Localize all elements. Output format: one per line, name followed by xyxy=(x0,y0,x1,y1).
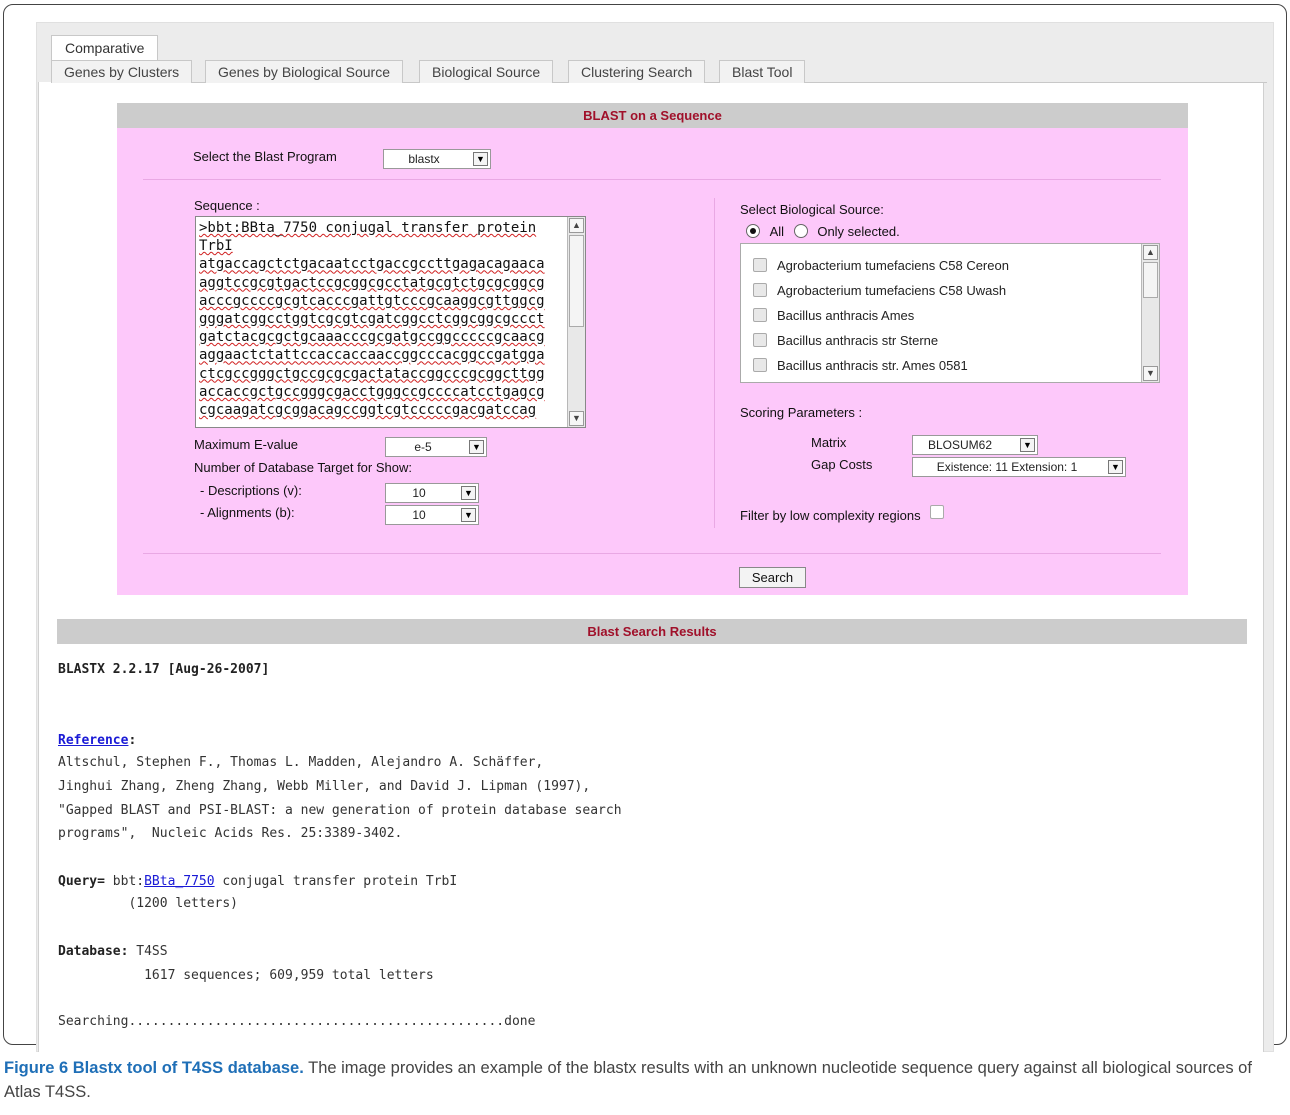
chevron-down-icon: ▼ xyxy=(469,440,484,454)
radio-all-label: All xyxy=(769,224,785,239)
descriptions-select-value: 10 xyxy=(412,486,426,500)
targets-label: Number of Database Target for Show: xyxy=(194,460,412,475)
matrix-select-value: BLOSUM62 xyxy=(927,438,993,452)
tab-blast-tool[interactable]: Blast Tool xyxy=(719,60,806,83)
sequence-line: gatctacgcgctgcaaacccgcgatgccggcccccgcaac… xyxy=(199,329,545,346)
sequence-line: aggaactctattccaccaccaaccggcccacggccgatgg… xyxy=(199,347,545,364)
program-select-value: blastx xyxy=(408,152,440,166)
scroll-up-icon[interactable]: ▲ xyxy=(569,218,584,233)
source-label: Select Biological Source: xyxy=(740,202,884,217)
scroll-down-icon[interactable]: ▼ xyxy=(1143,366,1158,381)
alignments-select-value: 10 xyxy=(412,508,426,522)
sequence-line: atgaccagctctgacaatcctgaccgccttgagacagaac… xyxy=(199,256,545,273)
radio-only-selected[interactable] xyxy=(793,224,808,238)
sequence-scrollbar[interactable]: ▲ ▼ xyxy=(567,217,585,427)
reference-line: Altschul, Stephen F., Thomas L. Madden, … xyxy=(58,755,544,770)
list-item[interactable]: Bacillus anthracis str Sterne xyxy=(753,333,938,348)
sequence-line: accaccgctgccgggcgacctgggccgccccatcctgagc… xyxy=(199,383,545,400)
list-item[interactable]: Agrobacterium tumefaciens C58 Uwash xyxy=(753,283,1006,298)
filter-checkbox[interactable] xyxy=(930,505,945,519)
sequence-text: >bbt:BBta_7750 conjugal transfer protein… xyxy=(199,219,567,425)
query-link[interactable]: BBta_7750 xyxy=(144,874,214,889)
scrollbar-thumb[interactable] xyxy=(1143,262,1158,298)
descriptions-label: - Descriptions (v): xyxy=(200,483,302,498)
program-label: Select the Blast Program xyxy=(193,149,337,164)
descriptions-select[interactable]: 10 ▼ xyxy=(385,483,479,503)
column-divider xyxy=(714,198,715,528)
query-line: Query= bbt:BBta_7750 conjugal transfer p… xyxy=(58,874,458,889)
gap-costs-select[interactable]: Existence: 11 Extension: 1 ▼ xyxy=(912,457,1126,477)
scroll-down-icon[interactable]: ▼ xyxy=(569,411,584,426)
matrix-select[interactable]: BLOSUM62 ▼ xyxy=(912,435,1038,455)
chevron-down-icon: ▼ xyxy=(1108,460,1123,474)
checkbox[interactable] xyxy=(753,258,767,272)
query-letters: (1200 letters) xyxy=(58,896,239,911)
scoring-label: Scoring Parameters : xyxy=(740,405,863,420)
checkbox[interactable] xyxy=(753,308,767,322)
gap-costs-select-value: Existence: 11 Extension: 1 xyxy=(936,460,1078,474)
divider xyxy=(143,553,1161,554)
sequence-label: Sequence : xyxy=(194,198,260,213)
reference-line: "Gapped BLAST and PSI-BLAST: a new gener… xyxy=(58,803,622,818)
tab-genes-by-clusters[interactable]: Genes by Clusters xyxy=(51,60,193,83)
reference-line: programs", Nucleic Acids Res. 25:3389-34… xyxy=(58,826,403,841)
chevron-down-icon: ▼ xyxy=(461,508,476,522)
program-select[interactable]: blastx ▼ xyxy=(383,149,491,169)
filter-row: Filter by low complexity regions xyxy=(740,505,954,523)
list-item[interactable]: Agrobacterium tumefaciens C58 Cereon xyxy=(753,258,1009,273)
sequence-line: cgcaagatcgcggacagccggtcgtcccccgacgatccag xyxy=(199,402,537,419)
filter-label: Filter by low complexity regions xyxy=(740,508,921,523)
alignments-select[interactable]: 10 ▼ xyxy=(385,505,479,525)
tab-biological-source[interactable]: Biological Source xyxy=(419,60,554,83)
sequence-line: aggtccgcgtgactccgcggcgcctatgcgtctgcgcggc… xyxy=(199,274,545,291)
scroll-up-icon[interactable]: ▲ xyxy=(1143,245,1158,260)
chevron-down-icon: ▼ xyxy=(461,486,476,500)
search-button[interactable]: Search xyxy=(739,567,806,588)
blast-form-title: BLAST on a Sequence xyxy=(117,103,1188,128)
database-stats: 1617 sequences; 609,959 total letters xyxy=(58,968,434,983)
reference-heading: Reference: xyxy=(58,733,137,748)
tab-clustering-search[interactable]: Clustering Search xyxy=(568,60,706,83)
sequence-textarea[interactable]: >bbt:BBta_7750 conjugal transfer protein… xyxy=(195,216,586,428)
figure-caption: Figure 6 Blastx tool of T4SS database. T… xyxy=(4,1056,1284,1104)
sequence-header-line: >bbt:BBta_7750 conjugal transfer protein xyxy=(199,220,537,236)
sequence-header-line: TrbI xyxy=(199,238,233,255)
sequence-line: acccgccccgcgtcacccgattgtcccgcaaggcgttggc… xyxy=(199,292,545,309)
checkbox[interactable] xyxy=(753,333,767,347)
tab-comparative[interactable]: Comparative xyxy=(51,35,159,62)
radio-all[interactable] xyxy=(746,224,760,238)
checkbox[interactable] xyxy=(753,283,767,297)
evalue-select-value: e-5 xyxy=(414,440,432,454)
radio-only-selected-label: Only selected. xyxy=(817,224,900,239)
list-item[interactable]: Bacillus anthracis str. Ames 0581 xyxy=(753,358,968,373)
searching-status: Searching...............................… xyxy=(58,1014,536,1029)
source-radio-group: All Only selected. xyxy=(746,224,900,239)
alignments-label: - Alignments (b): xyxy=(200,505,295,520)
reference-line: Jinghui Zhang, Zheng Zhang, Webb Miller,… xyxy=(58,779,591,794)
source-list-scrollbar[interactable]: ▲ ▼ xyxy=(1141,244,1159,382)
blast-version: BLASTX 2.2.17 [Aug-26-2007] xyxy=(58,662,270,677)
gap-costs-label: Gap Costs xyxy=(811,457,873,472)
sub-tab-bar: Genes by Clusters Genes by Biological So… xyxy=(51,60,1267,83)
sequence-line: ctcgccgggctgccgcgcgactataccggcccgcggcttg… xyxy=(199,365,545,382)
divider xyxy=(143,179,1161,180)
list-item[interactable]: Bacillus anthracis Ames xyxy=(753,308,914,323)
sequence-line: gggatcggcctggtcgcgtcgatcggcctcggcggcgccc… xyxy=(199,311,545,328)
chevron-down-icon: ▼ xyxy=(473,152,488,166)
checkbox[interactable] xyxy=(753,358,767,372)
evalue-label: Maximum E-value xyxy=(194,437,299,452)
database-line: Database: T4SS xyxy=(58,944,168,959)
scrollbar-thumb[interactable] xyxy=(569,235,584,327)
evalue-select[interactable]: e-5 ▼ xyxy=(385,437,487,457)
chevron-down-icon: ▼ xyxy=(1020,438,1035,452)
tab-genes-by-biological-source[interactable]: Genes by Biological Source xyxy=(205,60,403,83)
caption-title: Figure 6 Blastx tool of T4SS database. xyxy=(4,1059,304,1077)
biological-source-list[interactable]: Agrobacterium tumefaciens C58 Cereon Agr… xyxy=(740,243,1160,383)
matrix-label: Matrix xyxy=(811,435,847,450)
reference-link[interactable]: Reference xyxy=(58,733,128,748)
results-title: Blast Search Results xyxy=(57,619,1247,644)
